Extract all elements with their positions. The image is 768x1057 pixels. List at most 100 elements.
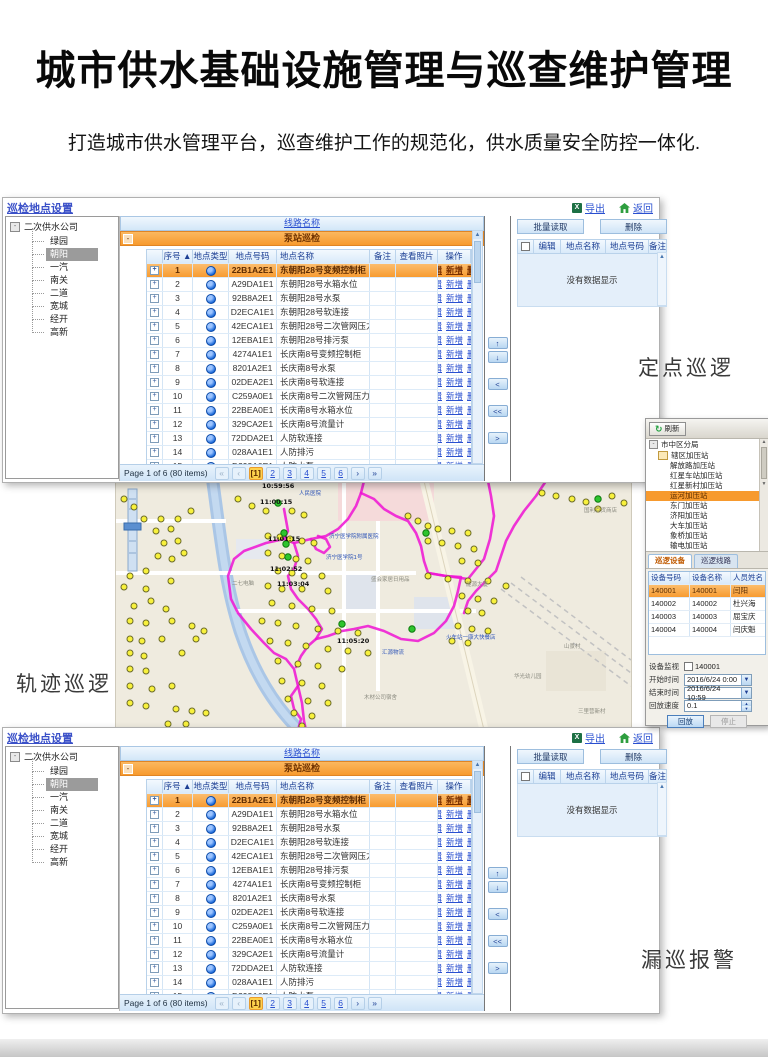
pager-page-5[interactable]: 5 [317,467,331,480]
map-marker[interactable] [189,623,195,629]
map-marker[interactable] [475,596,481,602]
row-action-编辑[interactable]: 编辑 [438,794,442,807]
delete-button[interactable]: 删除 [600,749,667,764]
route-name-header[interactable]: 线路名称 [120,216,484,231]
map-marker[interactable] [299,680,305,686]
row-action-删除[interactable]: 删除 [467,808,471,821]
expand-row-button[interactable]: + [150,378,159,387]
row-action-编辑[interactable]: 编辑 [438,906,442,919]
expand-row-button[interactable]: + [150,364,159,373]
map-marker[interactable] [127,700,133,706]
map-marker[interactable] [339,666,345,672]
map-marker[interactable] [301,512,307,518]
table-row[interactable]: +10C259A0E1长庆南8号二次管网压力编辑新增删除 [147,919,471,933]
map-marker[interactable] [425,538,431,544]
table-row[interactable]: 140002140002杜兴海 [649,598,765,611]
tree-root[interactable]: - 二次供水公司 [6,747,118,765]
expand-row-button[interactable]: + [150,392,159,401]
map-marker[interactable] [315,663,321,669]
transfer-button-3[interactable]: << [488,935,508,947]
tree-item[interactable]: 南关 [46,804,98,817]
export-link[interactable]: X 导出 [572,730,605,745]
row-action-删除[interactable]: 删除 [467,334,471,347]
map-marker[interactable] [425,573,431,579]
map-marker[interactable] [485,628,491,634]
collapse-icon[interactable]: - [10,222,20,232]
table-row[interactable]: +10C259A0E1长庆南8号二次管网压力编辑新增删除 [147,389,471,403]
row-action-删除[interactable]: 删除 [467,362,471,375]
speed-field[interactable]: 0.1 ▲▼ [684,700,752,712]
table-row[interactable]: 140001140001闫阳 [649,585,765,598]
row-action-编辑[interactable]: 编辑 [438,334,442,347]
expand-row-button[interactable]: + [150,294,159,303]
map-marker[interactable] [291,710,297,716]
row-action-新增[interactable]: 新增 [446,390,463,403]
row-action-删除[interactable]: 删除 [467,864,471,877]
route-name-link[interactable]: 线路名称 [284,218,320,228]
row-action-新增[interactable]: 新增 [446,334,463,347]
map-marker-active[interactable] [423,530,429,536]
collapse-group-icon[interactable]: - [123,234,133,244]
map-marker[interactable] [141,516,147,522]
select-all-checkbox[interactable] [521,242,530,251]
map-marker[interactable] [305,698,311,704]
group-row-pump-station[interactable]: - 泵站巡检 [120,761,484,776]
map-marker[interactable] [609,493,615,499]
row-action-新增[interactable]: 新增 [446,976,463,989]
expand-row-button[interactable]: + [150,894,159,903]
table-row[interactable]: +74274A1E1长庆南8号变频控制柜编辑新增删除 [147,347,471,361]
back-link[interactable]: 返回 [619,200,653,215]
tree-item[interactable]: 解放路加压站 [646,461,768,471]
map-marker[interactable] [289,508,295,514]
map-marker[interactable] [325,588,331,594]
pager-page-1[interactable]: [1] [249,997,263,1010]
table-row[interactable]: +1372DDA2E1人防软连接编辑新增删除 [147,961,471,975]
tree-item[interactable]: 朝阳 [46,778,98,791]
export-label[interactable]: 导出 [585,730,605,745]
row-action-新增[interactable]: 新增 [446,320,463,333]
pager-page-4[interactable]: 4 [300,997,314,1010]
map-marker[interactable] [168,578,174,584]
map-marker[interactable] [269,600,275,606]
group-row-pump-station[interactable]: - 泵站巡检 [120,231,484,246]
map-marker[interactable] [465,608,471,614]
row-action-新增[interactable]: 新增 [446,878,463,891]
map-marker[interactable] [305,558,311,564]
expand-row-button[interactable]: + [150,406,159,415]
map-marker[interactable] [169,683,175,689]
table-row[interactable]: +1372DDA2E1人防软连接编辑新增删除 [147,431,471,445]
map-marker[interactable] [265,550,271,556]
row-action-编辑[interactable]: 编辑 [438,962,442,975]
row-action-编辑[interactable]: 编辑 [438,418,442,431]
tree-item[interactable]: 大车加压站 [646,521,768,531]
tree-root[interactable]: - 二次供水公司 [6,217,118,235]
collapse-icon[interactable]: - [10,752,20,762]
map-marker[interactable] [169,556,175,562]
map-marker[interactable] [293,623,299,629]
map-marker[interactable] [259,618,265,624]
collapse-group-icon[interactable]: - [123,764,133,774]
map-marker[interactable] [445,576,451,582]
row-action-删除[interactable]: 删除 [467,822,471,835]
row-action-删除[interactable]: 删除 [467,962,471,975]
row-action-新增[interactable]: 新增 [446,808,463,821]
row-action-新增[interactable]: 新增 [446,836,463,849]
pager-page-6[interactable]: 6 [334,467,348,480]
transfer-button-3[interactable]: << [488,405,508,417]
map-marker[interactable] [161,540,167,546]
row-action-编辑[interactable]: 编辑 [438,390,442,403]
map-marker[interactable] [175,516,181,522]
row-action-新增[interactable]: 新增 [446,292,463,305]
transfer-button-0[interactable]: ↑ [488,337,508,349]
row-action-新增[interactable]: 新增 [446,432,463,445]
row-action-删除[interactable]: 删除 [467,906,471,919]
expand-row-button[interactable]: + [150,810,159,819]
map[interactable]: 人民医院济宁医学院附属医院济宁医学院1号盛会家居日用品汇源物流能源大厦火车站一康… [115,480,632,731]
row-action-编辑[interactable]: 编辑 [438,292,442,305]
row-action-新增[interactable]: 新增 [446,822,463,835]
map-marker[interactable] [311,540,317,546]
map-marker[interactable] [539,490,545,496]
pager-page-5[interactable]: 5 [317,997,331,1010]
map-marker[interactable] [475,560,481,566]
transfer-button-4[interactable]: > [488,432,508,444]
